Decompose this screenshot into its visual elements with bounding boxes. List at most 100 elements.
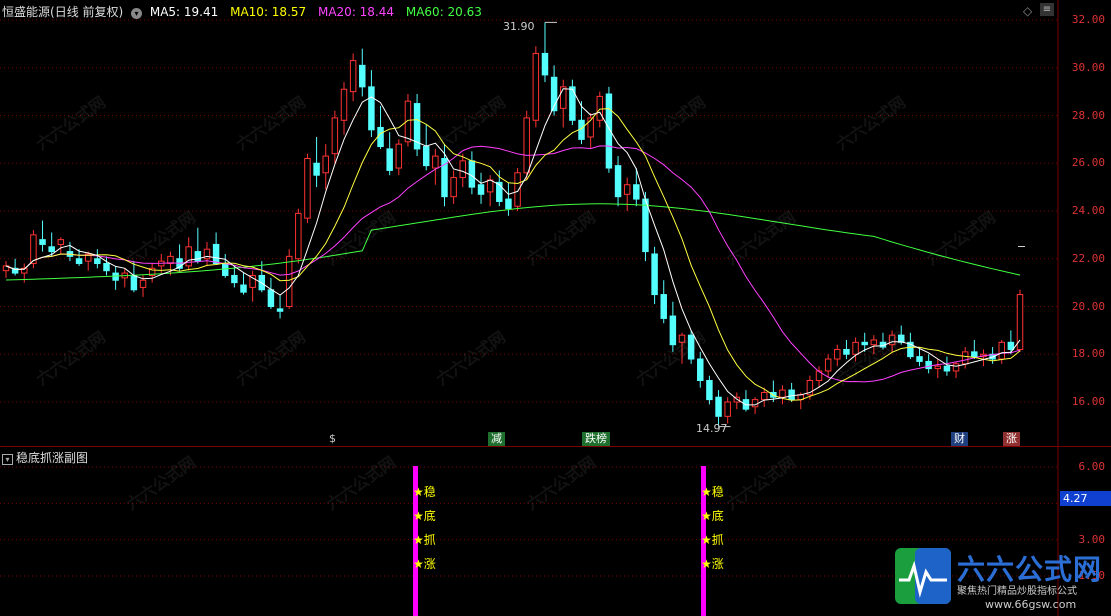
price-tick-label: 32.00 <box>1071 13 1105 26</box>
signal-text: ★稳 <box>413 485 436 499</box>
candle-body <box>450 177 457 198</box>
candle-body <box>276 308 284 312</box>
candle-body <box>212 243 220 265</box>
signal-text: ★抓 <box>413 533 436 547</box>
signal-text: ★底 <box>413 509 436 523</box>
candle-body <box>313 162 320 176</box>
price-tick-label: 22.00 <box>1071 251 1105 265</box>
candle-body <box>788 389 795 401</box>
candle-body <box>532 52 540 121</box>
candle-body <box>952 363 960 372</box>
brand-logo: 六六公式网 聚焦热门精品炒股指标公式 www.66gsw.com <box>893 546 1111 616</box>
candle-body <box>505 198 512 210</box>
candle-body <box>340 88 348 121</box>
price-tick-label: 16.00 <box>1071 395 1105 408</box>
logo-slogan: 聚焦热门精品炒股指标公式 <box>957 586 1077 597</box>
candle-body <box>194 251 202 262</box>
candle-body <box>477 184 485 195</box>
candle-body <box>523 117 530 174</box>
candle-body <box>697 358 704 382</box>
candle-body <box>1007 341 1015 350</box>
signal-text: ★底 <box>701 509 724 523</box>
price-tick-label: 24.00 <box>1071 204 1105 217</box>
candle-body <box>139 279 147 288</box>
candle-body <box>486 179 494 193</box>
candle-body <box>322 155 329 174</box>
candle-body <box>112 272 119 281</box>
candle-body <box>560 86 567 109</box>
candle-body <box>94 258 101 265</box>
candle-body <box>267 289 275 308</box>
candle-body <box>30 234 37 265</box>
candle-body <box>349 60 357 93</box>
candle-body <box>285 255 293 307</box>
current-price-marker <box>1018 246 1025 247</box>
price-tick-label: 30.00 <box>1071 60 1105 74</box>
price-tick-label: 18.00 <box>1071 347 1105 361</box>
candle-body <box>623 184 631 195</box>
candle-body <box>459 160 466 179</box>
signal-text: ★涨 <box>701 557 724 571</box>
candle-body <box>843 348 850 355</box>
candle-body <box>834 348 841 360</box>
event-tag-drop-list[interactable]: 跌榜 <box>582 432 610 446</box>
candle-body <box>998 341 1005 360</box>
indicator-current-value: 4.27 <box>1060 491 1111 506</box>
candle-body <box>57 239 65 245</box>
candle-body <box>651 253 658 296</box>
candle-body <box>39 239 46 245</box>
candle-body <box>304 157 311 219</box>
price-tick-label: 28.00 <box>1071 108 1105 122</box>
candle-body <box>706 380 713 401</box>
candle-body <box>760 391 768 401</box>
indicator-tick-label: 3.00 <box>1078 532 1106 546</box>
candle-body <box>633 184 640 200</box>
signal-text: ★涨 <box>413 557 436 571</box>
candle-body <box>103 263 110 272</box>
candle-body <box>422 146 430 167</box>
candle-body <box>715 396 722 417</box>
candle-body <box>130 274 138 291</box>
signal-text: ★抓 <box>701 533 724 547</box>
price-tick-label: 20.00 <box>1071 299 1105 313</box>
candle-body <box>231 274 238 284</box>
candle-body <box>75 258 83 265</box>
event-tag-dollar[interactable]: $ <box>326 432 339 446</box>
candle-body <box>961 351 969 365</box>
candle-body <box>295 212 302 260</box>
event-tag-rise[interactable]: 涨 <box>1003 432 1020 446</box>
candle-body <box>934 365 942 370</box>
candle-body <box>724 401 731 417</box>
candle-body <box>614 165 622 198</box>
candle-body <box>240 284 247 293</box>
candle-body <box>514 172 521 207</box>
signal-text: ★稳 <box>701 485 724 499</box>
candle-body <box>432 155 439 169</box>
event-tag-reduce[interactable]: 减 <box>488 432 505 446</box>
candle-body <box>916 356 923 362</box>
candle-body <box>368 86 375 131</box>
logo-icon <box>895 548 951 604</box>
event-tag-finance[interactable]: 财 <box>951 432 968 446</box>
candle-body <box>779 389 786 398</box>
candle-body <box>660 294 667 319</box>
candle-body <box>925 360 932 370</box>
candle-body <box>359 64 366 88</box>
candle-body <box>377 126 384 148</box>
candle-body <box>971 351 978 358</box>
candle-body <box>48 246 55 253</box>
candle-body <box>185 246 192 267</box>
high-price-label: 31.90 <box>503 20 535 33</box>
low-price-label: 14.97 <box>696 422 728 435</box>
candle-body <box>596 95 604 121</box>
candle-body <box>331 117 339 155</box>
price-tick-label: 26.00 <box>1071 156 1105 170</box>
candle-body <box>468 160 476 188</box>
candle-body <box>386 148 393 171</box>
candle-body <box>541 52 549 76</box>
candle-body <box>642 198 649 253</box>
indicator-tick-label: 6.00 <box>1078 460 1106 473</box>
logo-url: www.66gsw.com <box>985 598 1077 611</box>
candle-body <box>943 365 951 372</box>
candle-body <box>751 399 759 408</box>
